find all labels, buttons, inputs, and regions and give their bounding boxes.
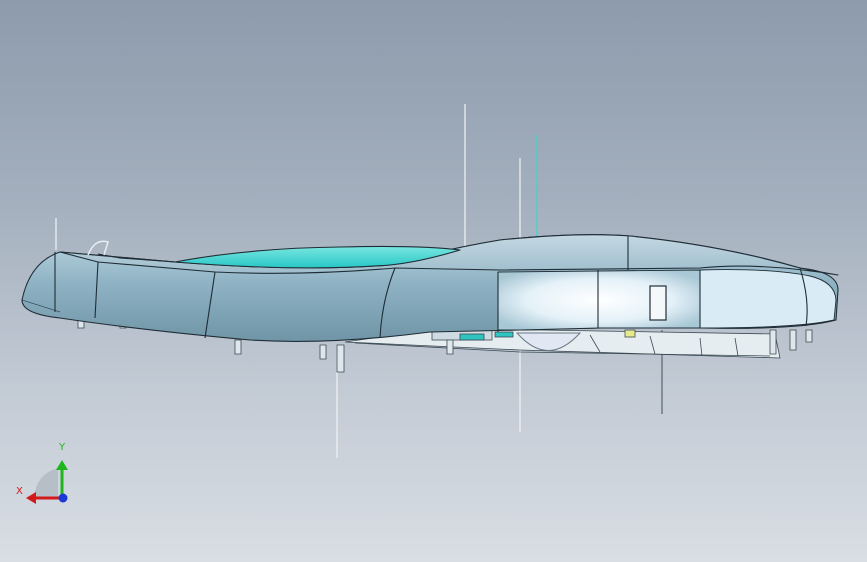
housing-shell — [21, 234, 839, 342]
window-slot — [649, 285, 667, 321]
end-clip — [87, 240, 109, 256]
pin — [336, 344, 345, 373]
x-axis-label: X — [16, 486, 23, 497]
pin — [769, 329, 777, 355]
y-axis-arrow — [56, 460, 68, 470]
pin — [446, 339, 454, 355]
x-axis-arrow — [26, 492, 36, 504]
y-axis-label: Y — [59, 442, 66, 453]
model-view[interactable] — [0, 0, 867, 562]
lens-panel — [497, 269, 701, 331]
z-axis-dot — [58, 493, 68, 503]
axis-triad — [26, 460, 68, 504]
pin — [805, 329, 813, 343]
cad-viewport[interactable]: Y X — [0, 0, 867, 562]
pin — [234, 339, 242, 355]
triad-plane — [34, 468, 58, 498]
pin — [789, 329, 797, 351]
pin — [319, 344, 327, 360]
